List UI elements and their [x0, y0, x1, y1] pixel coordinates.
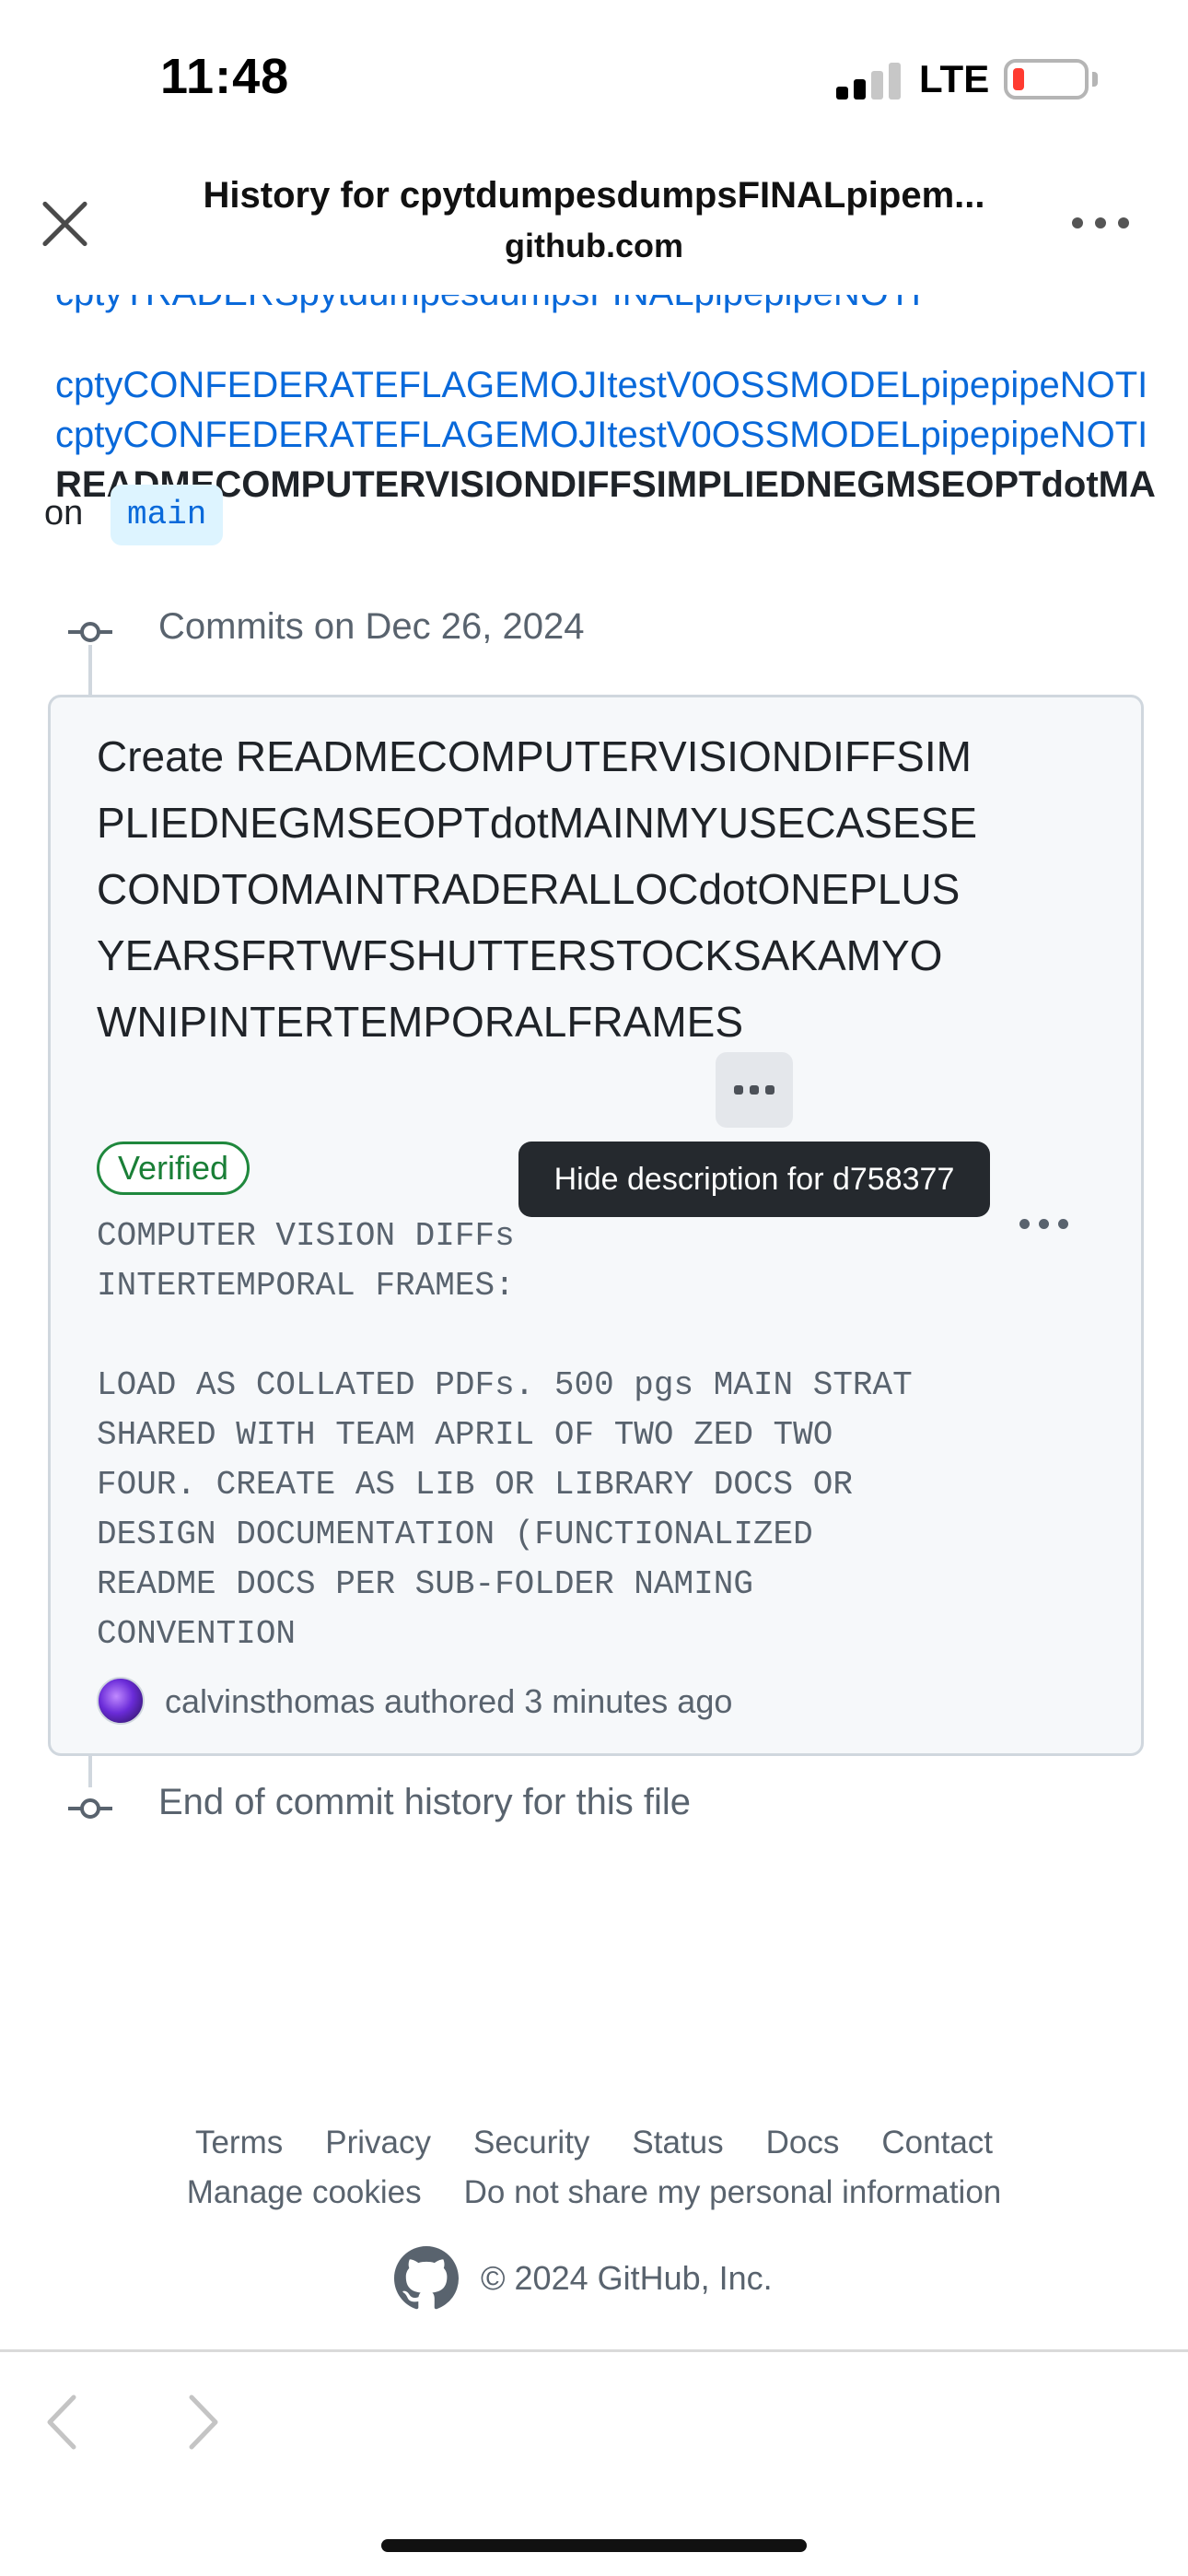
avatar[interactable] — [97, 1677, 145, 1725]
timeline-line — [88, 1751, 92, 1787]
chevron-left-icon[interactable] — [37, 2390, 92, 2454]
page-domain: github.com — [505, 227, 683, 264]
toggle-description-button[interactable] — [716, 1052, 793, 1128]
commit-more-icon[interactable] — [1019, 1219, 1075, 1232]
author-line: calvinsthomas authored 3 minutes ago — [165, 1682, 732, 1721]
copyright-text: © 2024 GitHub, Inc. — [481, 2259, 773, 2297]
end-of-history-text: End of commit history for this file — [158, 1782, 691, 1822]
breadcrumb-link[interactable]: cptyCONFEDERATEFLAGEMOJItestV0OSSMODELpi… — [55, 415, 1147, 456]
footer-link-privacy[interactable]: Privacy — [325, 2125, 431, 2161]
footer-link-terms[interactable]: Terms — [195, 2125, 283, 2161]
browser-header: History for cpytdumpesdumpsFINALpipem...… — [0, 157, 1188, 295]
github-logo-icon[interactable] — [394, 2246, 459, 2311]
commits-date-heading: Commits on Dec 26, 2024 — [158, 606, 585, 647]
footer-link-status[interactable]: Status — [632, 2125, 723, 2161]
authored-time: authored 3 minutes ago — [384, 1682, 733, 1720]
battery-nub — [1092, 72, 1098, 87]
footer-links-row: Manage cookies Do not share my personal i… — [0, 2174, 1188, 2211]
author-name[interactable]: calvinsthomas — [165, 1682, 375, 1720]
tooltip: Hide description for d758377 — [518, 1142, 990, 1217]
verified-badge[interactable]: Verified — [97, 1142, 250, 1195]
page-title: History for cpytdumpesdumpsFINALpipem... — [203, 175, 985, 216]
home-indicator[interactable] — [381, 2539, 807, 2552]
cellular-signal-icon — [836, 61, 901, 100]
commit-node-icon — [68, 622, 112, 642]
timeline-line — [88, 645, 92, 700]
on-label: on — [44, 494, 84, 533]
status-bar: 11:48 LTE — [0, 0, 1188, 157]
footer-link-do-not-share[interactable]: Do not share my personal information — [464, 2174, 1002, 2211]
branch-badge[interactable]: main — [111, 485, 224, 545]
footer-link-contact[interactable]: Contact — [881, 2125, 993, 2161]
chevron-right-icon[interactable] — [173, 2390, 228, 2454]
footer-links-row: Terms Privacy Security Status Docs Contact — [0, 2125, 1188, 2161]
breadcrumb-link[interactable]: cptyCONFEDERATEFLAGEMOJItestV0OSSMODELpi… — [55, 365, 1147, 406]
network-label: LTE — [919, 57, 990, 100]
status-time: 11:48 — [160, 49, 290, 104]
commit-card: Create READMECOMPUTERVISIONDIFFSIMPLIEDN… — [48, 695, 1144, 1756]
more-options-icon[interactable] — [1068, 212, 1133, 234]
close-icon[interactable] — [37, 195, 94, 252]
commit-title[interactable]: Create READMECOMPUTERVISIONDIFFSIMPLIEDN… — [97, 723, 981, 1055]
footer-link-docs[interactable]: Docs — [766, 2125, 840, 2161]
toolbar-divider — [0, 2349, 1188, 2352]
commit-description: COMPUTER VISION DIFFs INTERTEMPORAL FRAM… — [97, 1217, 913, 1653]
battery-icon — [1004, 59, 1089, 100]
commit-node-icon — [68, 1798, 112, 1819]
breadcrumb: cptyTRADERSpytdumpesdumpsFINALpipepipeNO… — [0, 267, 1188, 571]
footer-link-manage-cookies[interactable]: Manage cookies — [187, 2174, 422, 2211]
footer-link-security[interactable]: Security — [473, 2125, 589, 2161]
